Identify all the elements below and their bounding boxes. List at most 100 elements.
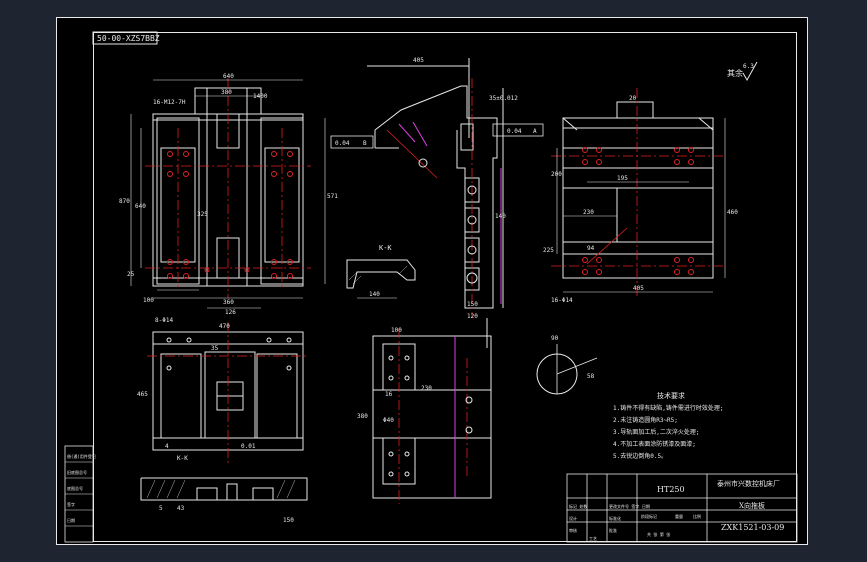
tech-req-item-5: 5.去锐边倒角0.5。 xyxy=(613,452,667,460)
dim-bl-43: 43 xyxy=(177,505,185,512)
dim-325: 325 xyxy=(197,211,208,218)
dim-bm-40: Φ40 xyxy=(383,417,394,424)
dim-640-v: 640 xyxy=(135,203,146,210)
title-row-std: 标准化 xyxy=(609,515,621,521)
title-row-sign-2: 设计 xyxy=(569,515,577,521)
bottom-left-dim-text: 8-Φ14 470 465 35 0.01 4 K-K xyxy=(137,317,256,462)
dim-bm-100: 100 xyxy=(391,327,402,334)
dim-bm-380: 380 xyxy=(357,413,368,420)
title-drawing-no: ZXK1521-03-09 xyxy=(721,523,784,532)
side-view-tolerance-frames: 0.04 B 0.04 A 405 35±0.012 140 150 120 xyxy=(330,57,544,320)
dim-side-140: 140 xyxy=(495,213,506,220)
strip-cell-4: 签字 xyxy=(67,501,75,507)
title-material: HT250 xyxy=(657,485,685,494)
kk-label-bottom: K-K xyxy=(177,455,188,462)
title-row-sign-3: 审核 xyxy=(569,527,577,533)
dim-side-tol: 35±0.012 xyxy=(489,95,518,102)
title-part-name: X向拖板 xyxy=(739,501,765,510)
dim-right-405: 405 xyxy=(633,285,644,292)
dim-hole-spec: 16-M12-7H xyxy=(153,99,186,106)
dim-right-225: 225 xyxy=(543,247,554,254)
dim-1400: 1400 xyxy=(253,93,268,100)
bottom-left-centerlines xyxy=(147,322,309,464)
title-row-sign-4: 工艺 xyxy=(589,536,597,541)
bottom-left-strip-dims: 5 43 150 xyxy=(159,505,294,524)
title-row-weight: 重量 xyxy=(675,513,683,519)
dim-bl-4: 4 xyxy=(165,443,169,450)
side-view xyxy=(367,58,504,348)
dim-side-120: 120 xyxy=(467,313,478,320)
bottom-middle-holes xyxy=(388,355,473,477)
side-view-highlight xyxy=(398,121,502,304)
dim-bl-holes: 8-Φ14 xyxy=(155,317,173,324)
title-row-scale: 比例 xyxy=(693,513,701,519)
detail-circle-view: 90 58 xyxy=(536,335,598,395)
dim-bl-150: 150 xyxy=(283,517,294,524)
dim-angle-1: 90 xyxy=(551,335,559,342)
right-view-centerlines xyxy=(551,88,725,298)
dim-bl-35: 35 xyxy=(211,345,219,352)
title-row-sign-1: 标记 处数 xyxy=(569,503,587,509)
roughness-label: 其余 xyxy=(727,68,743,78)
dim-angle-2: 58 xyxy=(587,373,595,380)
drawing-sheet: 50-00-XZS7BBZ 其余 6.3 640 380 1400 16-M12… xyxy=(56,17,808,545)
dim-right-holes: 16-Φ14 xyxy=(551,297,573,304)
bottom-left-section-strip xyxy=(140,477,308,501)
title-row-approve: 批准 xyxy=(609,527,617,533)
title-company: 泰州市兴数控机床厂 xyxy=(717,479,780,488)
dim-100: 100 xyxy=(143,297,154,304)
front-view-centerlines xyxy=(145,78,311,298)
dim-right-230: 230 xyxy=(583,209,594,216)
dim-right-94: 94 xyxy=(587,245,595,252)
tech-requirements: 技术要求 1.铸件不得有缺陷,铸件需进行时效处理; 2.未注铸造圆角R3~R5;… xyxy=(613,391,723,460)
tol-flatness: 0.04 xyxy=(335,140,350,147)
tech-req-item-4: 4.不加工表面涂防锈漆及面漆; xyxy=(613,440,696,448)
dim-right-195: 195 xyxy=(617,175,628,182)
title-row-stage: 阶段标记 xyxy=(641,513,657,519)
tol-parallel: 0.04 xyxy=(507,128,522,135)
dim-bl-465: 465 xyxy=(137,391,148,398)
side-view-centerlines xyxy=(386,78,473,318)
bottom-middle-dim-text: 100 230 380 Φ40 16 xyxy=(357,327,432,424)
left-registration-strip: 借(通)用件登记 旧底图总号 底图总号 签字 日期 xyxy=(64,445,96,543)
kk-label-top: K-K xyxy=(379,244,392,252)
dim-360: 360 xyxy=(223,299,234,306)
dim-25: 25 xyxy=(127,271,135,278)
drawing-code-text: 50-00-XZS7BBZ xyxy=(97,34,160,43)
dim-side-150: 150 xyxy=(467,301,478,308)
right-view xyxy=(562,101,714,279)
strip-cell-3: 底图总号 xyxy=(67,485,83,491)
dim-126: 126 xyxy=(225,309,236,316)
tol-datum-a: A xyxy=(533,128,537,135)
strip-cell-2: 旧底图总号 xyxy=(67,469,87,475)
dim-side-405: 405 xyxy=(413,57,424,64)
drawing-canvas: 50-00-XZS7BBZ 其余 6.3 640 380 1400 16-M12… xyxy=(64,31,798,543)
cad-viewport[interactable]: 50-00-XZS7BBZ 其余 6.3 640 380 1400 16-M12… xyxy=(0,0,867,562)
roughness-value: 6.3 xyxy=(743,63,754,70)
tech-req-title: 技术要求 xyxy=(657,391,685,400)
strip-cell-5: 日期 xyxy=(67,517,75,523)
title-row-revision: 更改文件号 签字 日期 xyxy=(609,503,650,509)
bottom-middle-centerlines xyxy=(398,328,468,504)
dim-bl-tol: 0.01 xyxy=(241,443,256,450)
dim-bl-470: 470 xyxy=(219,323,230,330)
tech-req-item-3: 3.导轨面加工后,二次淬火处理; xyxy=(613,428,699,436)
dim-bl-5: 5 xyxy=(159,505,163,512)
dim-bm-16: 16 xyxy=(385,391,393,398)
dim-640: 640 xyxy=(223,73,234,80)
strip-cell-1: 借(通)用件登记 xyxy=(67,453,96,459)
right-view-holes xyxy=(582,147,694,275)
dim-right-460: 460 xyxy=(727,209,738,216)
kk-section-top: K-K 140 xyxy=(346,244,416,299)
dim-571: 571 xyxy=(327,193,338,200)
front-view-holes xyxy=(167,151,293,279)
front-view-dim-text: 640 380 1400 16-M12-7H 870 640 571 325 2… xyxy=(119,73,338,316)
dim-right-200: 200 xyxy=(551,171,562,178)
dim-870: 870 xyxy=(119,198,130,205)
dim-right-20: 20 xyxy=(629,95,637,102)
title-row-sheet: 共 张 第 张 xyxy=(647,531,670,537)
tech-req-item-2: 2.未注铸造圆角R3~R5; xyxy=(613,416,678,424)
dim-kk-140: 140 xyxy=(369,291,380,298)
dim-380: 380 xyxy=(221,89,232,96)
tol-datum-b: B xyxy=(363,140,367,147)
